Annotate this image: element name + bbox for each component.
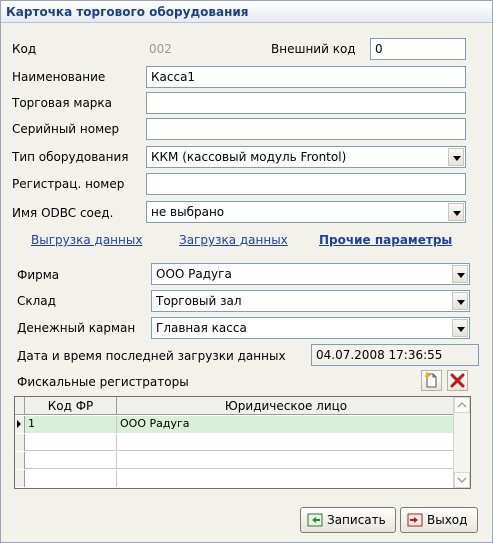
row-pointer-icon [17, 420, 21, 428]
row-header [15, 470, 25, 487]
exit-icon [407, 513, 423, 527]
export-data-link[interactable]: Выгрузка данных [31, 232, 142, 248]
chevron-up-icon [457, 401, 467, 408]
fiscal-registers-title: Фискальные регистраторы [17, 375, 189, 389]
table-row [15, 434, 455, 451]
store-select-value: Торговый зал [156, 294, 242, 308]
odbc-select-value: не выбрано [151, 205, 225, 219]
save-icon [307, 513, 323, 527]
pocket-select-value: Главная касса [156, 321, 247, 335]
chevron-down-icon [457, 477, 467, 484]
chevron-down-icon[interactable] [452, 292, 468, 310]
code-value: 002 [149, 42, 172, 56]
row-pointer [15, 416, 25, 433]
regnum-input[interactable] [146, 173, 466, 195]
last-load-value: 04.07.2008 17:36:55 [311, 344, 479, 366]
last-load-label: Дата и время последней загрузки данных [17, 349, 286, 363]
row-header [15, 452, 25, 469]
fiscal-registers-table[interactable]: Код ФР Юридическое лицо 1 ООО Радуга [14, 396, 471, 489]
chevron-down-icon[interactable] [452, 265, 468, 283]
name-input[interactable]: Касса1 [146, 66, 466, 88]
scroll-up-button[interactable] [454, 397, 470, 413]
other-params-link[interactable]: Прочие параметры [319, 232, 452, 248]
column-header-code[interactable]: Код ФР [25, 397, 117, 415]
regnum-label: Регистрац. номер [12, 177, 125, 191]
save-button-label: Записать [327, 513, 386, 527]
import-data-link[interactable]: Загрузка данных [179, 232, 288, 248]
ext-code-input[interactable]: 0 [370, 38, 466, 60]
chevron-down-icon[interactable] [448, 148, 464, 166]
serial-input[interactable] [146, 118, 466, 140]
brand-input[interactable] [146, 92, 466, 114]
window-title: Карточка торгового оборудования [1, 1, 492, 23]
delete-icon [450, 373, 465, 388]
pocket-select[interactable]: Главная касса [151, 317, 470, 339]
cell-empty [25, 434, 117, 451]
add-fiscal-button[interactable] [421, 370, 442, 391]
firm-select[interactable]: ООО Радуга [151, 263, 470, 285]
chevron-down-icon[interactable] [448, 203, 464, 221]
exit-button-label: Выход [427, 513, 468, 527]
chevron-down-icon[interactable] [452, 319, 468, 337]
odbc-select[interactable]: не выбрано [146, 201, 466, 223]
row-header-corner [15, 397, 25, 415]
firm-select-value: ООО Радуга [156, 267, 232, 281]
name-label: Наименование [12, 70, 106, 84]
save-button[interactable]: Записать [300, 507, 396, 533]
pocket-label: Денежный карман [17, 321, 136, 335]
vertical-scrollbar[interactable] [453, 397, 470, 488]
column-header-entity[interactable]: Юридическое лицо [117, 397, 455, 415]
odbc-label: Имя ODBC соед. [12, 206, 114, 220]
store-select[interactable]: Торговый зал [151, 290, 470, 312]
cell-empty [25, 470, 117, 487]
table-row [15, 452, 455, 469]
row-header [15, 434, 25, 451]
type-label: Тип оборудования [12, 150, 129, 164]
delete-fiscal-button[interactable] [447, 370, 468, 391]
serial-label: Серийный номер [12, 122, 120, 136]
new-document-icon [425, 372, 437, 388]
exit-button[interactable]: Выход [400, 507, 478, 533]
brand-label: Торговая марка [12, 96, 113, 110]
table-row [15, 470, 455, 487]
table-header: Код ФР Юридическое лицо [15, 397, 455, 415]
firm-label: Фирма [17, 268, 60, 282]
cell-code[interactable]: 1 [25, 416, 117, 433]
ext-code-label: Внешний код [271, 42, 356, 56]
type-select[interactable]: ККМ (кассовый модуль Frontol) [146, 146, 466, 168]
type-select-value: ККМ (кассовый модуль Frontol) [151, 150, 347, 164]
table-row[interactable]: 1 ООО Радуга [15, 416, 455, 433]
code-label: Код [12, 42, 37, 56]
cell-empty [25, 452, 117, 469]
equipment-card-window: Карточка торгового оборудования Код 002 … [0, 0, 493, 543]
cell-entity[interactable]: ООО Радуга [117, 416, 455, 433]
scroll-down-button[interactable] [454, 472, 470, 488]
store-label: Склад [17, 294, 56, 308]
